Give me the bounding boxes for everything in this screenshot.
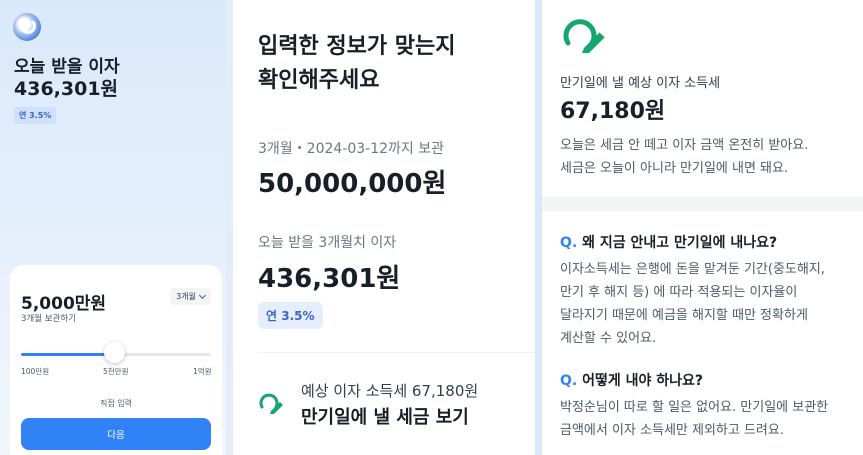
interest-amount: 436,301원	[14, 78, 119, 100]
expected-tax-line: 예상 이자 소득세 67,180원	[301, 382, 479, 400]
faq-item: Q. 왜 지금 안내고 만기일에 내나요? 이자소득세는 은행에 돈을 맡겨둔 …	[560, 232, 860, 350]
tax-description: 오늘은 세금 안 떼고 이자 금액 온전히 받아요. 세금은 오늘이 아니라 만…	[560, 134, 860, 180]
tax-amount: 67,180원	[560, 99, 666, 124]
amount-slider-fill	[21, 353, 115, 356]
percent-pencil-icon	[259, 393, 283, 414]
faq-question: Q. 왜 지금 안내고 만기일에 내나요?	[560, 232, 860, 252]
deposit-amount: 5,000만원	[21, 294, 107, 314]
app-logo-ring	[20, 18, 36, 34]
tax-detail-panel: 만기일에 낼 예상 이자 소득세 67,180원 오늘은 세금 안 떼고 이자 …	[542, 0, 863, 455]
confirm-panel: 입력한 정보가 맞는지 확인해주세요 3개월・2024-03-12까지 보관 5…	[233, 0, 535, 455]
title-line-2: 확인해주세요	[258, 68, 380, 93]
slider-max-label: 1억원	[193, 367, 212, 376]
deposit-subtitle: 3개월 보관하기	[21, 314, 77, 324]
desc-line: 세금은 오늘이 아니라 만기일에 내면 돼요.	[560, 161, 789, 176]
interest-amount: 436,301원	[258, 264, 401, 294]
answer-line: 만기 후 해지 등) 에 따라 적용되는 이자율이	[560, 285, 798, 300]
section-divider	[258, 352, 535, 353]
interest-label: 오늘 받을 3개월치 이자	[258, 235, 397, 251]
tax-label: 만기일에 낼 예상 이자 소득세	[560, 76, 721, 91]
answer-line: 박정순님이 따로 할 일은 없어요. 만기일에 보관한	[560, 400, 829, 415]
period-dropdown[interactable]: 3개월	[170, 288, 211, 305]
answer-line: 계산할 수 있어요.	[560, 331, 657, 346]
deposit-card: 5,000만원 3개월 보관하기 3개월 100만원 5천만원 1억원 직접 입…	[10, 265, 222, 455]
faq-question: Q. 어떻게 내야 하나요?	[560, 370, 860, 390]
view-tax-link[interactable]: 만기일에 낼 세금 보기	[301, 403, 469, 429]
answer-line: 금액에서 이자 소득세만 제외하고 드려요.	[560, 423, 784, 438]
principal-amount: 50,000,000원	[258, 169, 447, 199]
rate-badge: 연 3.5%	[258, 302, 323, 329]
chevron-down-icon	[198, 291, 206, 299]
question-mark: Q.	[560, 235, 578, 251]
faq-answer: 박정순님이 따로 할 일은 없어요. 만기일에 보관한 금액에서 이자 소득세만…	[560, 396, 860, 442]
next-button[interactable]: 다음	[21, 418, 211, 450]
question-mark: Q.	[560, 373, 578, 389]
page-title: 입력한 정보가 맞는지 확인해주세요	[258, 30, 455, 98]
question-text: 왜 지금 안내고 만기일에 내나요?	[582, 235, 778, 251]
desc-line: 오늘은 세금 안 떼고 이자 금액 온전히 받아요.	[560, 138, 809, 153]
slider-mid-label: 5천만원	[103, 367, 129, 376]
percent-pencil-icon	[563, 19, 606, 53]
period-dropdown-value: 3개월	[176, 292, 196, 301]
answer-line: 달라지기 때문에 예금을 해지할 때만 정확하게	[560, 308, 808, 323]
panel-divider	[226, 0, 233, 455]
answer-line: 이자소득세는 은행에 돈을 맡겨둔 기간(중도해지,	[560, 262, 825, 277]
rate-badge: 연 3.5%	[14, 107, 57, 124]
faq-item: Q. 어떻게 내야 하나요? 박정순님이 따로 할 일은 없어요. 만기일에 보…	[560, 370, 860, 442]
faq-answer: 이자소득세는 은행에 돈을 맡겨둔 기간(중도해지, 만기 후 해지 등) 에 …	[560, 258, 860, 350]
direct-input-link[interactable]: 직접 입력	[10, 398, 222, 409]
panel-divider	[535, 0, 542, 455]
amount-slider-thumb[interactable]	[103, 342, 125, 363]
section-band	[542, 197, 863, 211]
slider-min-label: 100만원	[21, 367, 50, 376]
savings-amount-panel: 오늘 받을 이자 436,301원 연 3.5% 5,000만원 3개월 보관하…	[0, 0, 226, 455]
title-line-1: 입력한 정보가 맞는지	[258, 34, 456, 59]
period-text: 3개월・2024-03-12까지 보관	[258, 141, 444, 157]
question-text: 어떻게 내야 하나요?	[582, 373, 704, 389]
